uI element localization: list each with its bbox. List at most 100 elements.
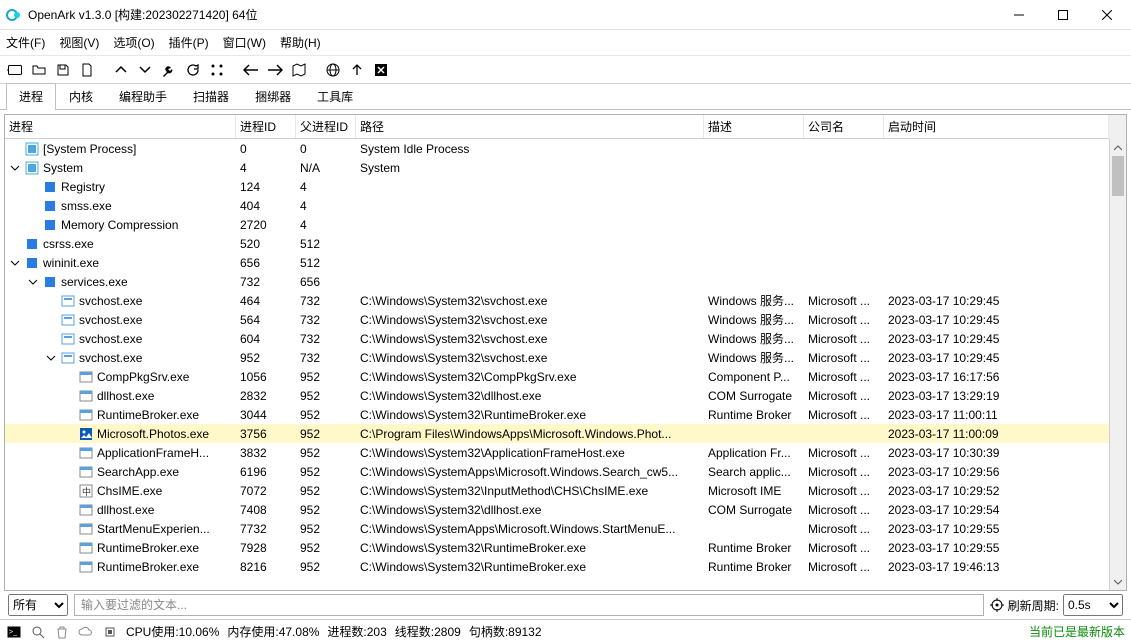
document-icon[interactable]: [76, 59, 98, 81]
globe-icon[interactable]: [322, 59, 344, 81]
table-row[interactable]: svchost.exe604732C:\Windows\System32\svc…: [5, 329, 1126, 348]
process-icon: [61, 313, 75, 327]
menu-window[interactable]: 窗口(W): [223, 34, 266, 51]
table-row[interactable]: 中ChsIME.exe7072952C:\Windows\System32\In…: [5, 481, 1126, 500]
table-row[interactable]: [System Process]00System Idle Process: [5, 139, 1126, 158]
folder-left-icon[interactable]: [4, 59, 26, 81]
cell-pid: 732: [236, 275, 296, 289]
cell-company: Microsoft ...: [804, 389, 884, 403]
cell-pid: 404: [236, 199, 296, 213]
tab-bundler[interactable]: 捆绑器: [242, 83, 304, 110]
table-row[interactable]: RuntimeBroker.exe3044952C:\Windows\Syste…: [5, 405, 1126, 424]
table-row[interactable]: RuntimeBroker.exe8216952C:\Windows\Syste…: [5, 557, 1126, 576]
process-icon: [25, 237, 39, 251]
filter-input[interactable]: [74, 594, 984, 616]
cell-start: 2023-03-17 10:29:56: [884, 465, 1126, 479]
process-name: RuntimeBroker.exe: [97, 560, 199, 574]
folder-open-icon[interactable]: [28, 59, 50, 81]
col-start[interactable]: 启动时间: [884, 115, 1109, 138]
target-icon[interactable]: [990, 598, 1004, 612]
process-icon: [25, 142, 39, 156]
tab-kernel[interactable]: 内核: [56, 83, 106, 110]
refresh-interval-select[interactable]: 0.5s: [1063, 594, 1123, 616]
menu-options[interactable]: 选项(O): [113, 34, 154, 51]
cloud-icon[interactable]: [78, 624, 94, 640]
table-row[interactable]: services.exe732656: [5, 272, 1126, 291]
table-row[interactable]: dllhost.exe7408952C:\Windows\System32\dl…: [5, 500, 1126, 519]
map-icon[interactable]: [288, 59, 310, 81]
menu-view[interactable]: 视图(V): [59, 34, 99, 51]
table-row[interactable]: dllhost.exe2832952C:\Windows\System32\dl…: [5, 386, 1126, 405]
table-row[interactable]: csrss.exe520512: [5, 234, 1126, 253]
process-icon: [61, 332, 75, 346]
close-tool-icon[interactable]: [370, 59, 392, 81]
table-row[interactable]: SearchApp.exe6196952C:\Windows\SystemApp…: [5, 462, 1126, 481]
table-row[interactable]: smss.exe4044: [5, 196, 1126, 215]
process-icon: [79, 541, 93, 555]
magnify-icon[interactable]: [30, 624, 46, 640]
tab-toolkit[interactable]: 工具库: [304, 83, 366, 110]
expand-toggle[interactable]: [45, 353, 57, 363]
table-row[interactable]: wininit.exe656512: [5, 253, 1126, 272]
expand-toggle[interactable]: [9, 163, 21, 173]
vertical-scrollbar[interactable]: [1109, 139, 1126, 590]
expand-toggle[interactable]: [9, 258, 21, 268]
col-path[interactable]: 路径: [356, 115, 704, 138]
cell-path: C:\Windows\SystemApps\Microsoft.Windows.…: [356, 465, 704, 479]
table-row[interactable]: svchost.exe464732C:\Windows\System32\svc…: [5, 291, 1126, 310]
cell-ppid: 732: [296, 294, 356, 308]
scroll-up-icon[interactable]: [1110, 139, 1127, 156]
minimize-button[interactable]: [1005, 5, 1033, 25]
table-row[interactable]: svchost.exe952732C:\Windows\System32\svc…: [5, 348, 1126, 367]
share-icon[interactable]: [346, 59, 368, 81]
grid-icon[interactable]: [206, 59, 228, 81]
col-desc[interactable]: 描述: [704, 115, 804, 138]
chevron-down-icon[interactable]: [134, 59, 156, 81]
table-row[interactable]: Microsoft.Photos.exe3756952C:\Program Fi…: [5, 424, 1126, 443]
maximize-button[interactable]: [1049, 5, 1077, 25]
refresh-icon[interactable]: [182, 59, 204, 81]
table-row[interactable]: Registry1244: [5, 177, 1126, 196]
menu-help[interactable]: 帮助(H): [280, 34, 321, 51]
cell-company: Microsoft ...: [804, 408, 884, 422]
expand-toggle[interactable]: [27, 277, 39, 287]
col-name[interactable]: 进程: [5, 115, 236, 138]
table-row[interactable]: Memory Compression27204: [5, 215, 1126, 234]
tab-scanner[interactable]: 扫描器: [180, 83, 242, 110]
menu-file[interactable]: 文件(F): [6, 34, 45, 51]
cell-desc: Windows 服务...: [704, 330, 804, 347]
tab-coder[interactable]: 编程助手: [106, 83, 180, 110]
process-name: wininit.exe: [43, 256, 99, 270]
process-icon: [79, 427, 93, 441]
close-button[interactable]: [1093, 5, 1121, 25]
cell-pid: 7928: [236, 541, 296, 555]
arrow-left-icon[interactable]: [240, 59, 262, 81]
menu-plugins[interactable]: 插件(P): [169, 34, 209, 51]
table-row[interactable]: RuntimeBroker.exe7928952C:\Windows\Syste…: [5, 538, 1126, 557]
table-row[interactable]: CompPkgSrv.exe1056952C:\Windows\System32…: [5, 367, 1126, 386]
table-row[interactable]: svchost.exe564732C:\Windows\System32\svc…: [5, 310, 1126, 329]
table-row[interactable]: ApplicationFrameH...3832952C:\Windows\Sy…: [5, 443, 1126, 462]
trash-icon[interactable]: [54, 624, 70, 640]
process-name: dllhost.exe: [97, 503, 154, 517]
chip-icon[interactable]: [102, 624, 118, 640]
wrench-icon[interactable]: [158, 59, 180, 81]
terminal-icon[interactable]: >_: [6, 624, 22, 640]
scroll-down-icon[interactable]: [1110, 573, 1127, 590]
chevron-up-icon[interactable]: [110, 59, 132, 81]
cell-pid: 464: [236, 294, 296, 308]
cell-path: C:\Windows\System32\svchost.exe: [356, 294, 704, 308]
col-company[interactable]: 公司名: [804, 115, 884, 138]
cell-pid: 3044: [236, 408, 296, 422]
col-ppid[interactable]: 父进程ID: [296, 115, 356, 138]
process-name: smss.exe: [61, 199, 112, 213]
tab-process[interactable]: 进程: [6, 83, 56, 110]
save-icon[interactable]: [52, 59, 74, 81]
arrow-right-icon[interactable]: [264, 59, 286, 81]
table-row[interactable]: StartMenuExperien...7732952C:\Windows\Sy…: [5, 519, 1126, 538]
table-row[interactable]: System4N/ASystem: [5, 158, 1126, 177]
scroll-thumb[interactable]: [1112, 156, 1124, 196]
filter-scope-select[interactable]: 所有: [8, 594, 68, 616]
col-pid[interactable]: 进程ID: [236, 115, 296, 138]
cell-path: C:\Windows\System32\dllhost.exe: [356, 389, 704, 403]
